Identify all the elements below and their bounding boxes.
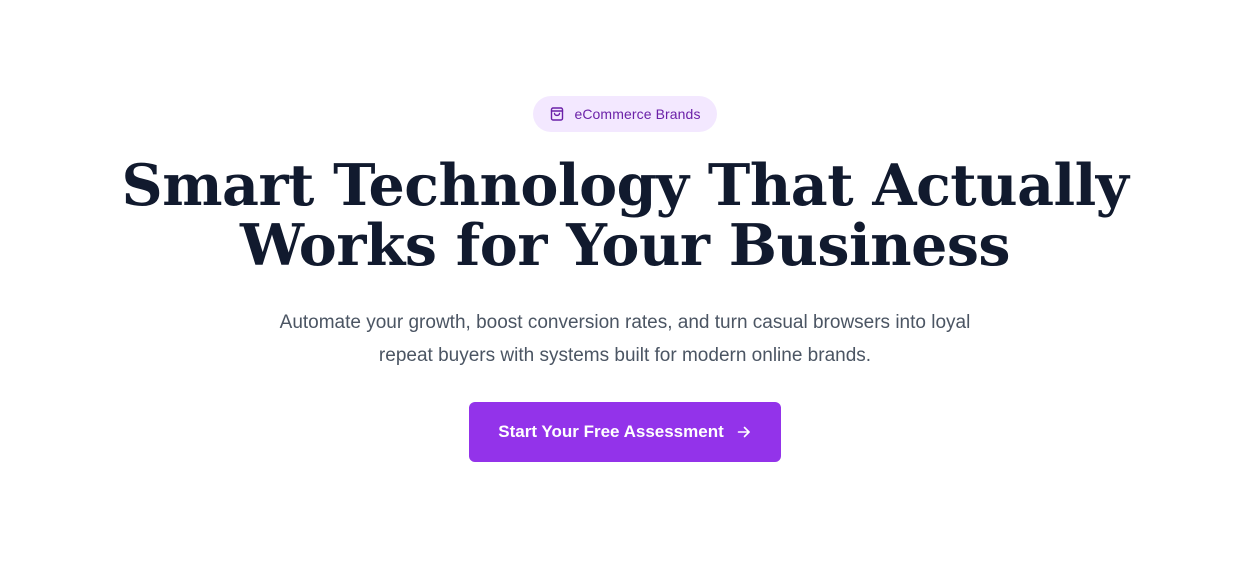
start-assessment-button[interactable]: Start Your Free Assessment	[469, 402, 781, 462]
subtitle-line-2: repeat buyers with systems built for mod…	[378, 345, 872, 366]
cta-label: Start Your Free Assessment	[498, 422, 724, 441]
arrow-right-icon	[736, 424, 752, 440]
page-title: Smart Technology That Actually Works for…	[122, 156, 1129, 276]
hero-section: eCommerce Brands Smart Technology That A…	[0, 0, 1250, 569]
headline-line-1: Smart Technology That Actually	[121, 152, 1129, 219]
category-badge: eCommerce Brands	[533, 96, 717, 132]
shopping-bag-icon	[549, 106, 565, 122]
subtitle-line-1: Automate your growth, boost conversion r…	[279, 312, 971, 333]
headline-line-2: Works for Your Business	[239, 212, 1011, 279]
hero-subtitle: Automate your growth, boost conversion r…	[245, 306, 1005, 372]
badge-label: eCommerce Brands	[574, 106, 701, 122]
